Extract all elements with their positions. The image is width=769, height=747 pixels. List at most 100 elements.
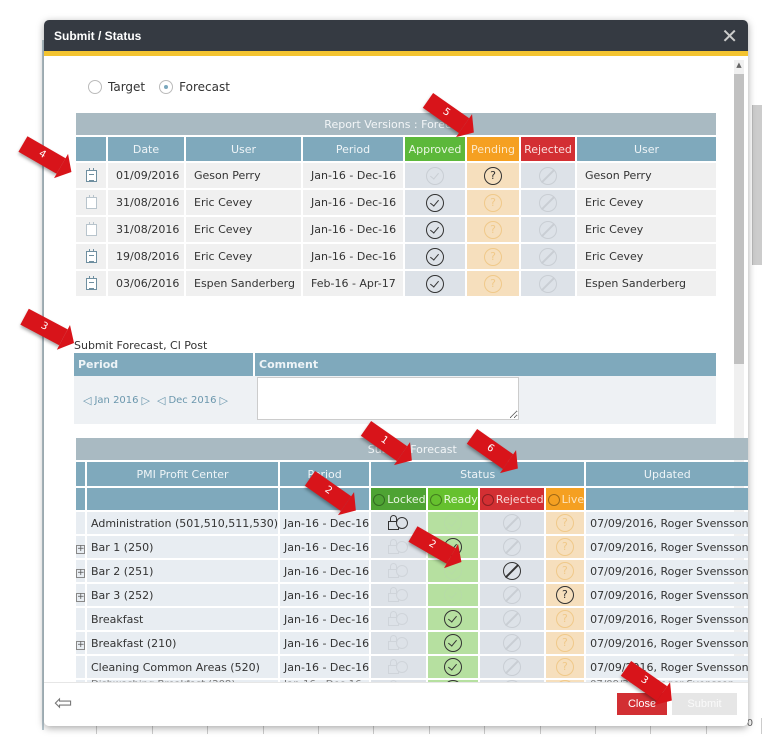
profit-center-row[interactable]: + Bar 2 (251) Jan-16 - Dec-16? 07/09/2016, … xyxy=(76,560,748,582)
profit-center-period: Jan-16 - Dec-16 xyxy=(280,608,370,630)
from-next-icon[interactable]: ▷ xyxy=(142,394,150,407)
lock-check-icon[interactable] xyxy=(387,539,409,555)
locked-cell[interactable] xyxy=(371,560,426,582)
updated-info: 07/09/2016, Roger Svensson xyxy=(586,632,748,654)
live-cell[interactable]: ? xyxy=(545,512,585,534)
to-prev-icon[interactable]: ◁ xyxy=(157,394,165,407)
report-version-row[interactable]: 19/08/2016 Eric Cevey Jan-16 - Dec-16? Eric… xyxy=(76,244,716,269)
report-version-row[interactable]: 31/08/2016 Eric Cevey Jan-16 - Dec-16? Eric… xyxy=(76,190,716,215)
ban-circle-icon xyxy=(502,562,521,580)
status-ready-header[interactable]: Ready xyxy=(427,488,478,510)
question-circle-icon: ? xyxy=(555,562,574,580)
back-arrow-icon[interactable]: ⇦ xyxy=(54,693,72,715)
calendar-empty-icon[interactable] xyxy=(85,195,97,209)
pending-cell: ? xyxy=(467,163,519,188)
question-circle-icon: ? xyxy=(555,634,574,652)
live-cell[interactable]: ? xyxy=(545,584,585,606)
submit-button[interactable]: Submit xyxy=(672,693,737,715)
rejected-cell[interactable] xyxy=(479,512,544,534)
rejected-cell[interactable] xyxy=(479,584,544,606)
profit-center-row[interactable]: + Bar 3 (252) Jan-16 - Dec-16? 07/09/2016, … xyxy=(76,584,748,606)
scroll-up-icon[interactable]: ▲ xyxy=(734,60,744,70)
rejected-cell[interactable] xyxy=(479,632,544,654)
radio-target[interactable] xyxy=(88,80,102,94)
report-version-row[interactable]: 03/06/2016 Espen Sanderberg Feb-16 - Apr-1… xyxy=(76,271,716,296)
col-user: User xyxy=(186,137,301,161)
calendar-empty-icon[interactable] xyxy=(85,222,97,236)
expand-plus-icon[interactable]: + xyxy=(76,544,85,554)
version-user: Eric Cevey xyxy=(186,217,301,242)
calendar-lines-icon[interactable] xyxy=(85,276,97,290)
rejected-cell[interactable] xyxy=(479,560,544,582)
rejected-cell[interactable] xyxy=(479,536,544,558)
radio-target-label[interactable]: Target xyxy=(108,80,145,94)
report-versions-table: Report Versions : Forecast Date User Per… xyxy=(74,111,718,298)
lock-check-icon[interactable] xyxy=(387,635,409,651)
rejected-cell[interactable] xyxy=(479,656,544,678)
version-approver: Eric Cevey xyxy=(577,217,716,242)
updated-info: 07/09/2016, Roger Svensson xyxy=(586,656,748,678)
question-circle-icon: ? xyxy=(484,247,502,266)
expand-cell xyxy=(76,608,85,630)
radio-forecast-label[interactable]: Forecast xyxy=(179,80,230,94)
col-pending: Pending xyxy=(467,137,519,161)
status-live-label: Live xyxy=(561,492,585,506)
ready-cell[interactable] xyxy=(427,632,478,654)
ready-cell[interactable] xyxy=(427,512,478,534)
lock-circle xyxy=(396,541,409,553)
close-x-icon[interactable]: ✕ xyxy=(721,26,738,46)
ban-circle-icon xyxy=(502,634,521,652)
version-approver: Espen Sanderberg xyxy=(577,271,716,296)
locked-cell[interactable] xyxy=(371,584,426,606)
profit-center-row[interactable]: + Breakfast (210) Jan-16 - Dec-16? 07/09/20… xyxy=(76,632,748,654)
comment-input[interactable] xyxy=(257,377,519,420)
locked-cell[interactable] xyxy=(371,656,426,678)
profit-center-row[interactable]: Breakfast Jan-16 - Dec-16? 07/09/2016, Rog… xyxy=(76,608,748,630)
live-cell[interactable]: ? xyxy=(545,536,585,558)
report-version-row[interactable]: 31/08/2016 Eric Cevey Jan-16 - Dec-16? Eric… xyxy=(76,217,716,242)
lock-check-icon[interactable] xyxy=(387,611,409,627)
locked-cell[interactable] xyxy=(371,608,426,630)
status-live-header[interactable]: Live xyxy=(545,488,585,510)
check-circle-icon xyxy=(426,247,444,266)
live-cell[interactable]: ? xyxy=(545,656,585,678)
radio-forecast[interactable] xyxy=(159,80,174,94)
calendar-lines-icon[interactable] xyxy=(85,249,97,263)
from-period: Jan 2016 xyxy=(94,394,139,406)
lock-check-icon[interactable] xyxy=(387,563,409,579)
lock-check-icon[interactable] xyxy=(387,515,409,531)
updated-info: 07/09/2016, Roger Svensson xyxy=(586,608,748,630)
status-locked-header[interactable]: Locked xyxy=(371,488,426,510)
live-cell[interactable]: ? xyxy=(545,632,585,654)
rejected-cell[interactable] xyxy=(479,608,544,630)
live-cell[interactable]: ? xyxy=(545,608,585,630)
version-user: Geson Perry xyxy=(186,163,301,188)
ready-cell[interactable] xyxy=(427,584,478,606)
scroll-thumb[interactable] xyxy=(734,74,744,364)
lock-check-icon[interactable] xyxy=(387,659,409,675)
expand-plus-icon[interactable]: + xyxy=(76,640,85,650)
status-rejected-header[interactable]: Rejected xyxy=(479,488,544,510)
to-period: Dec 2016 xyxy=(168,394,217,406)
ready-cell[interactable] xyxy=(427,656,478,678)
ready-cell[interactable] xyxy=(427,608,478,630)
version-approver: Eric Cevey xyxy=(577,190,716,215)
profit-center-row[interactable]: Administration (501,510,511,530) Jan-16 -… xyxy=(76,512,748,534)
calendar-lines-icon[interactable] xyxy=(85,168,97,182)
expand-plus-icon[interactable]: + xyxy=(76,592,85,602)
version-user: Eric Cevey xyxy=(186,190,301,215)
profit-center-period: Jan-16 - Dec-16 xyxy=(280,512,370,534)
period-navigator: ◁ Jan 2016 ▷ ◁ Dec 2016 ▷ xyxy=(75,394,253,407)
expand-cell: + xyxy=(76,584,85,606)
expand-plus-icon[interactable]: + xyxy=(76,568,85,578)
lock-check-icon[interactable] xyxy=(387,587,409,603)
locked-cell[interactable] xyxy=(371,632,426,654)
live-cell[interactable]: ? xyxy=(545,560,585,582)
check-circle-icon xyxy=(429,493,442,506)
from-prev-icon[interactable]: ◁ xyxy=(83,394,91,407)
report-version-row[interactable]: 01/09/2016 Geson Perry Jan-16 - Dec-16? Ges… xyxy=(76,163,716,188)
check-circle-icon xyxy=(443,610,462,628)
question-circle-icon: ? xyxy=(484,274,502,293)
profit-center-name: Bar 1 (250) xyxy=(87,536,279,558)
to-next-icon[interactable]: ▷ xyxy=(219,394,227,407)
